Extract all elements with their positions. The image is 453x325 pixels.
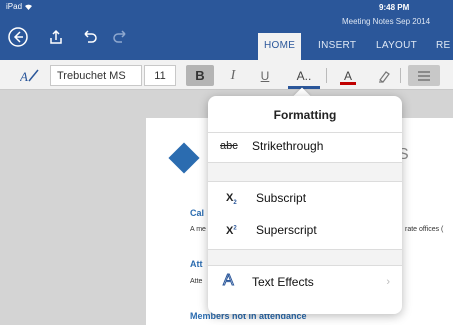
- highlighter-icon: [379, 70, 390, 83]
- tab-layout[interactable]: LAYOUT: [376, 40, 417, 51]
- subscript-icon: X2: [226, 192, 237, 206]
- popover-title: Formatting: [273, 108, 337, 122]
- align-icon: [418, 70, 430, 81]
- strikethrough-icon: abc: [220, 140, 238, 152]
- subscript-label: Subscript: [256, 191, 307, 205]
- superscript-option[interactable]: X2 Superscript: [208, 216, 402, 246]
- redo-icon[interactable]: [110, 26, 132, 48]
- share-icon[interactable]: [45, 26, 67, 48]
- section-text: Atte: [190, 278, 203, 285]
- text-effects-icon: A: [223, 272, 235, 290]
- formatting-popover: Formatting abc Strikethrough X2 Subscrip…: [208, 96, 402, 314]
- highlight-button[interactable]: [372, 65, 396, 86]
- ribbon-toolbar: A Trebuchet MS 11 B I U A.. A: [0, 60, 453, 90]
- undo-icon[interactable]: [78, 26, 100, 48]
- tab-home[interactable]: HOME: [258, 33, 302, 60]
- device-label: iPad: [6, 2, 23, 11]
- divider: [208, 265, 402, 266]
- font-size-box[interactable]: 11: [144, 65, 176, 86]
- chevron-right-icon: ›: [386, 276, 390, 288]
- superscript-icon-mark: 2: [233, 225, 237, 232]
- wifi-icon: [25, 4, 33, 11]
- ribbon-divider: [400, 68, 401, 83]
- font-name-box[interactable]: Trebuchet MS: [50, 65, 142, 86]
- subscript-option[interactable]: X2 Subscript: [208, 184, 402, 214]
- section-heading: Att: [190, 259, 203, 269]
- section-heading: Cal: [190, 208, 205, 218]
- superscript-label: Superscript: [256, 223, 317, 237]
- paragraph-button[interactable]: [408, 65, 440, 86]
- title-bar: iPad 9:48 PM Meeting Notes Sep 2014 HOME…: [0, 0, 453, 60]
- section-text: rate offices (: [405, 226, 444, 233]
- section-gap: [208, 250, 402, 265]
- text-effects-label: Text Effects: [252, 275, 314, 289]
- status-time: 9:48 PM: [379, 3, 410, 12]
- divider: [208, 181, 402, 182]
- svg-text:A: A: [20, 69, 28, 84]
- strikethrough-option[interactable]: abc Strikethrough: [208, 132, 402, 162]
- document-title: Meeting Notes Sep 2014: [342, 17, 431, 26]
- status-device: iPad: [6, 2, 33, 11]
- text-effects-option[interactable]: A Text Effects ›: [208, 268, 402, 298]
- italic-button[interactable]: I: [222, 65, 244, 86]
- strikethrough-label: Strikethrough: [252, 139, 324, 153]
- section-gap: [208, 163, 402, 181]
- underline-button[interactable]: U: [254, 65, 276, 86]
- section-text: A me: [190, 226, 206, 233]
- more-formatting-button[interactable]: A..: [288, 65, 320, 89]
- styles-icon[interactable]: A: [20, 68, 40, 84]
- bold-button[interactable]: B: [186, 65, 214, 86]
- ribbon-divider: [326, 68, 327, 83]
- subscript-icon-mark: 2: [233, 200, 237, 207]
- tab-review[interactable]: RE: [436, 40, 451, 51]
- tab-insert[interactable]: INSERT: [318, 40, 356, 51]
- font-color-swatch: [340, 82, 356, 85]
- superscript-icon: X2: [226, 225, 237, 237]
- back-icon[interactable]: [7, 26, 29, 48]
